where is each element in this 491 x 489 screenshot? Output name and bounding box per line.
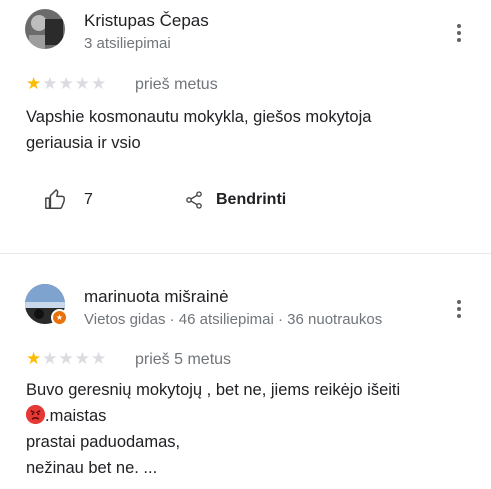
star-icon: ★ bbox=[91, 349, 107, 368]
reviewer-name[interactable]: marinuota mišrainė bbox=[84, 287, 229, 307]
reviewer-meta[interactable]: 3 atsiliepimai bbox=[84, 35, 171, 52]
star-icon: ★ bbox=[26, 349, 42, 368]
angry-face-icon bbox=[26, 405, 45, 424]
star-icon: ★ bbox=[42, 74, 58, 93]
review-text-line: .maistas bbox=[26, 403, 476, 429]
thumbs-up-icon bbox=[45, 189, 65, 209]
reviewer-meta[interactable]: Vietos gidas · 46 atsiliepimai · 36 nuot… bbox=[84, 311, 382, 328]
like-button[interactable]: 7 bbox=[44, 189, 93, 211]
share-icon bbox=[186, 191, 202, 209]
star-icon: ★ bbox=[58, 349, 74, 368]
star-icon: ★ bbox=[91, 74, 107, 93]
review-time: prieš 5 metus bbox=[135, 351, 232, 368]
star-icon: ★ bbox=[74, 74, 90, 93]
review-divider bbox=[0, 253, 491, 254]
local-guide-badge-icon: ★ bbox=[51, 309, 68, 326]
review-text: Buvo geresnių mokytojų , bet ne, jiems r… bbox=[26, 377, 476, 481]
star-icon: ★ bbox=[42, 349, 58, 368]
star-icon: ★ bbox=[74, 349, 90, 368]
reviewer-name[interactable]: Kristupas Čepas bbox=[84, 11, 209, 31]
star-icon: ★ bbox=[26, 74, 42, 93]
review-text-line: nežinau bet ne. ... bbox=[26, 459, 158, 477]
share-button[interactable]: Bendrinti bbox=[184, 189, 286, 211]
review-text-line: Vapshie kosmonautu mokykla, giešos mokyt… bbox=[26, 108, 372, 126]
more-options-icon[interactable] bbox=[447, 297, 471, 321]
review-text-line: Buvo geresnių mokytojų , bet ne, jiems r… bbox=[26, 381, 401, 399]
star-rating: ★ ★ ★ ★ ★ bbox=[26, 75, 106, 92]
more-options-icon[interactable] bbox=[447, 21, 471, 45]
reviewer-avatar[interactable] bbox=[25, 9, 65, 49]
review-text-line: prastai paduodamas, bbox=[26, 433, 181, 451]
review-text-line: geriausia ir vsio bbox=[26, 134, 141, 152]
like-count: 7 bbox=[84, 191, 93, 208]
review-time: prieš metus bbox=[135, 76, 218, 93]
star-rating: ★ ★ ★ ★ ★ bbox=[26, 350, 106, 367]
review-text: Vapshie kosmonautu mokykla, giešos mokyt… bbox=[26, 104, 466, 156]
star-icon: ★ bbox=[58, 74, 74, 93]
share-label: Bendrinti bbox=[216, 191, 287, 208]
review-text-fragment: .maistas bbox=[45, 407, 107, 425]
